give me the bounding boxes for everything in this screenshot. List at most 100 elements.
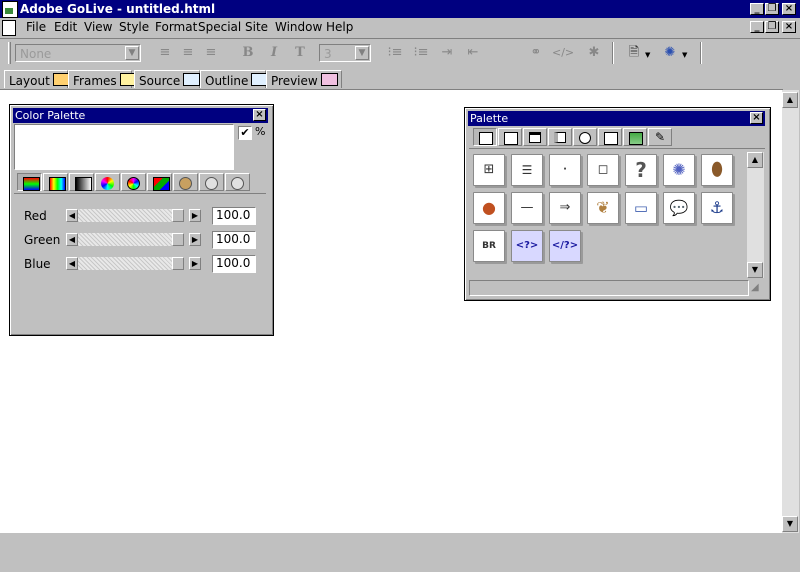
named-colors-tab[interactable] — [173, 173, 198, 191]
frames-tab[interactable] — [548, 128, 572, 146]
layout-text-box-icon[interactable]: ☰ — [511, 154, 543, 186]
doc-minimize-button[interactable]: _ — [750, 21, 764, 33]
toolbar-grip[interactable] — [8, 42, 11, 64]
tab-outline[interactable]: Outline — [200, 70, 269, 88]
minimize-button[interactable]: _ — [750, 3, 764, 15]
doc-close-button[interactable]: × — [782, 21, 796, 33]
blue-value-field[interactable]: 100.0 — [212, 255, 256, 273]
italic-button[interactable]: I — [264, 44, 284, 62]
align-right-icon[interactable]: ≡ — [201, 44, 221, 62]
chevron-down-icon[interactable]: ▼ — [125, 46, 139, 60]
line-break-icon[interactable]: BR — [473, 230, 505, 262]
green-slider-thumb[interactable] — [172, 233, 184, 246]
bulleted-list-icon[interactable]: ⁝≡ — [411, 44, 431, 62]
blue-increment-button[interactable]: ▶ — [189, 257, 201, 270]
close-button[interactable]: × — [782, 3, 796, 15]
red-decrement-button[interactable]: ◀ — [66, 209, 78, 222]
table-icon[interactable]: ◻ — [587, 154, 619, 186]
line-icon[interactable]: — — [511, 192, 543, 224]
anchor-icon[interactable]: ⚓ — [701, 192, 733, 224]
chevron-down-icon[interactable]: ▼ — [355, 46, 369, 60]
restore-button[interactable]: ❐ — [765, 3, 779, 15]
numbered-list-icon[interactable]: ⁝≡ — [385, 44, 405, 62]
golive-app-icon[interactable] — [2, 1, 18, 18]
paragraph-format-select[interactable]: None ▼ — [15, 44, 141, 62]
resize-grip-icon[interactable]: ◢ — [751, 282, 759, 293]
close-icon[interactable]: × — [253, 109, 266, 121]
spacer-icon[interactable]: ⇒ — [549, 192, 581, 224]
tab-preview[interactable]: Preview — [266, 70, 342, 88]
font-size-select[interactable]: 3 ▼ — [319, 44, 371, 62]
layout-grid-icon[interactable]: ⊞ — [473, 154, 505, 186]
forms-tab[interactable] — [498, 128, 522, 146]
scroll-up-button[interactable]: ▲ — [782, 92, 798, 108]
unlink-icon[interactable]: </> — [552, 44, 574, 62]
site-colors-tab[interactable] — [199, 173, 224, 191]
document-icon[interactable] — [2, 20, 16, 36]
chevron-down-icon[interactable]: ▼ — [682, 51, 687, 59]
pantone-tab[interactable] — [225, 173, 250, 191]
tag-icon[interactable]: <?> — [511, 230, 543, 262]
site-tab[interactable] — [573, 128, 597, 146]
close-icon[interactable]: × — [750, 112, 763, 124]
doc-restore-button[interactable]: ❐ — [765, 21, 779, 33]
web-cube-tab[interactable] — [147, 173, 172, 191]
menu-format[interactable]: Format — [155, 20, 197, 34]
chevron-down-icon[interactable]: ▼ — [645, 51, 650, 59]
color-palette-title-bar[interactable]: Color Palette × — [13, 108, 268, 123]
unknown-object-icon[interactable]: ? — [625, 154, 657, 186]
green-slider-track[interactable] — [78, 233, 184, 246]
bold-button[interactable]: B — [238, 44, 258, 62]
image-icon[interactable]: ❦ — [587, 192, 619, 224]
menu-edit[interactable]: Edit — [54, 20, 77, 34]
plugin-icon[interactable]: ✺ — [663, 154, 695, 186]
menu-special[interactable]: Special — [198, 20, 241, 34]
menu-file[interactable]: File — [26, 20, 46, 34]
blue-decrement-button[interactable]: ◀ — [66, 257, 78, 270]
menu-style[interactable]: Style — [119, 20, 149, 34]
gradient-swatch-tab[interactable] — [69, 173, 94, 191]
vertical-scrollbar[interactable]: ▲ ▼ — [782, 90, 799, 533]
web-preview-icon[interactable]: ✺ — [660, 44, 680, 62]
menu-view[interactable]: View — [84, 20, 112, 34]
object-palette-title-bar[interactable]: Palette × — [468, 111, 765, 126]
align-center-icon[interactable]: ≡ — [178, 44, 198, 62]
red-increment-button[interactable]: ▶ — [189, 209, 201, 222]
color-wheel-tab[interactable] — [95, 173, 120, 191]
teletype-button[interactable]: T — [290, 44, 310, 62]
rgb-swatch-tab[interactable] — [43, 173, 68, 191]
basic-objects-tab[interactable] — [473, 128, 497, 146]
gray-swatch-tab[interactable] — [17, 173, 42, 191]
outdent-icon[interactable]: ⇤ — [463, 44, 483, 62]
green-decrement-button[interactable]: ◀ — [66, 233, 78, 246]
marquee-icon[interactable]: ▭ — [625, 192, 657, 224]
red-slider-thumb[interactable] — [172, 209, 184, 222]
red-value-field[interactable]: 100.0 — [212, 207, 256, 225]
red-slider-track[interactable] — [78, 209, 184, 222]
bug-icon[interactable]: ✱ — [584, 44, 604, 62]
percent-checkbox[interactable]: ✔ — [238, 126, 252, 140]
green-value-field[interactable]: 100.0 — [212, 231, 256, 249]
tab-frames[interactable]: Frames — [68, 70, 137, 88]
tab-layout[interactable]: Layout — [4, 70, 70, 88]
menu-window[interactable]: Window — [275, 20, 322, 34]
menu-help[interactable]: Help — [326, 20, 353, 34]
scroll-up-button[interactable]: ▲ — [747, 152, 763, 168]
color-preview-well[interactable] — [14, 124, 234, 170]
end-tag-icon[interactable]: </?> — [549, 230, 581, 262]
green-increment-button[interactable]: ▶ — [189, 233, 201, 246]
palette-scrollbar[interactable]: ▲ ▼ — [747, 152, 764, 278]
tab-source[interactable]: Source — [134, 70, 201, 88]
head-tab[interactable] — [523, 128, 547, 146]
css-tab[interactable] — [623, 128, 647, 146]
blue-slider-track[interactable] — [78, 257, 184, 270]
window-title-bar[interactable]: Adobe GoLive - untitled.html _ ❐ × — [0, 0, 800, 18]
custom-tab[interactable] — [598, 128, 622, 146]
floating-box-icon[interactable]: · — [549, 154, 581, 186]
blue-slider-thumb[interactable] — [172, 257, 184, 270]
menu-site[interactable]: Site — [245, 20, 268, 34]
hsv-wheel-tab[interactable] — [121, 173, 146, 191]
indent-icon[interactable]: ⇥ — [437, 44, 457, 62]
browser-preview-icon[interactable]: 🗎 — [624, 44, 644, 62]
activex-icon[interactable]: ● — [473, 192, 505, 224]
